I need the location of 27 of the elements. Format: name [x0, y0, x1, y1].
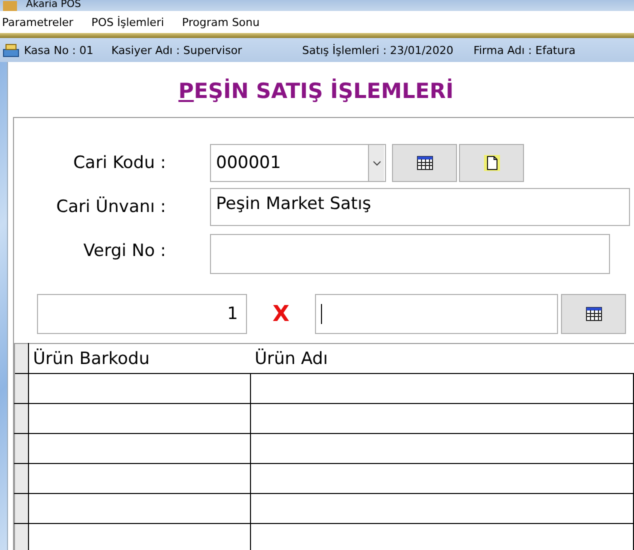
column-header[interactable]: Ürün Barkodu — [28, 344, 251, 374]
status-text: Firma Adı : Efatura — [473, 44, 576, 56]
account-code-combobox[interactable]: 000001 — [210, 144, 386, 182]
status-text: Kasiyer Adı : Supervisor — [111, 44, 242, 56]
page-heading: PEŞİN SATIŞ İŞLEMLERİ — [177, 79, 455, 103]
cash-register-icon — [3, 44, 19, 56]
field-label: Cari Ünvanı : — [55, 197, 166, 217]
list-button[interactable] — [392, 144, 457, 182]
table-icon — [586, 307, 602, 321]
status-text: Kasa No : 01 — [24, 44, 94, 56]
table-icon — [416, 156, 432, 170]
document-icon — [484, 155, 500, 171]
field-label: Vergi No : — [82, 241, 166, 263]
quantity-field[interactable]: 1 — [37, 294, 247, 334]
menu-item[interactable]: POS İşlemleri — [89, 16, 166, 28]
status-text: Satış İşlemleri : 23/01/2020 — [302, 44, 454, 56]
multiply-sign: X — [272, 302, 290, 326]
column-header[interactable]: Ürün Adı — [250, 344, 634, 374]
chevron-down-icon — [372, 160, 380, 166]
barcode-field[interactable] — [315, 294, 558, 334]
field-label: Cari Kodu : — [72, 153, 166, 173]
tax-number-field[interactable] — [210, 234, 610, 274]
app-icon — [2, 0, 18, 11]
list-button[interactable] — [561, 294, 626, 334]
menu-item[interactable]: Parametreler — [0, 16, 76, 28]
menu-item[interactable]: Program Sonu — [180, 16, 262, 28]
account-title-field[interactable]: Peşin Market Satış — [210, 188, 630, 226]
